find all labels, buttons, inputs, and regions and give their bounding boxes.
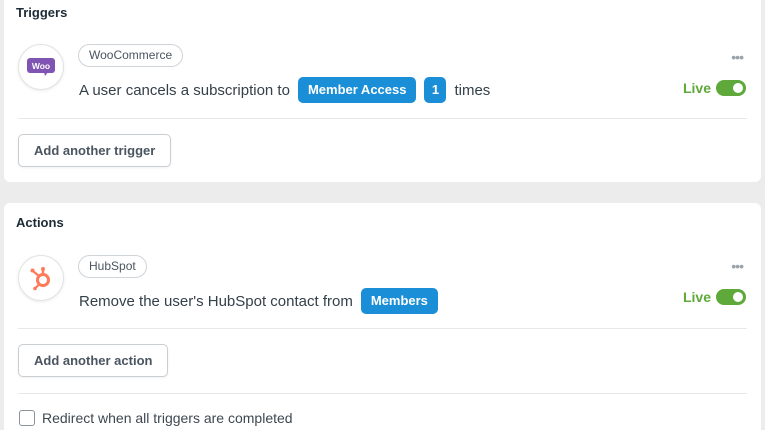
actions-title: Actions — [16, 215, 64, 230]
add-trigger-button[interactable]: Add another trigger — [18, 134, 172, 167]
redirect-option[interactable]: Redirect when all triggers are completed — [19, 410, 293, 426]
action-divider — [18, 328, 747, 329]
triggers-panel: Triggers Woo WooCommerce A user cancels … — [4, 0, 761, 182]
trigger-count-token[interactable]: 1 — [424, 77, 447, 103]
triggers-title: Triggers — [16, 5, 68, 20]
action-sentence: Remove the user's HubSpot contact from M… — [79, 288, 438, 314]
trigger-sentence-suffix: times — [454, 81, 491, 99]
action-status: Live — [683, 289, 746, 305]
more-horizontal-icon[interactable]: ••• — [731, 50, 744, 64]
trigger-status: Live — [683, 80, 746, 96]
redirect-label: Redirect when all triggers are completed — [42, 410, 293, 426]
more-horizontal-icon[interactable]: ••• — [731, 259, 744, 273]
add-action-button[interactable]: Add another action — [18, 344, 169, 377]
action-list-token[interactable]: Members — [360, 288, 438, 314]
trigger-sentence: A user cancels a subscription to Member … — [79, 77, 490, 103]
hubspot-logo-icon — [18, 255, 64, 301]
woocommerce-logo-icon: Woo — [18, 44, 64, 90]
woocommerce-logo-text: Woo — [32, 61, 50, 71]
actions-panel: Actions HubSpot Remove the user's HubSpo… — [4, 203, 761, 430]
action-live-label: Live — [682, 289, 711, 305]
trigger-integration-pill: WooCommerce — [78, 44, 184, 67]
trigger-live-toggle[interactable] — [716, 80, 746, 96]
redirect-divider — [18, 393, 747, 394]
toggle-knob — [733, 83, 743, 93]
action-integration-pill: HubSpot — [78, 255, 147, 278]
trigger-live-label: Live — [682, 80, 711, 96]
action-sentence-text: Remove the user's HubSpot contact from — [79, 292, 353, 310]
trigger-divider — [18, 118, 747, 119]
action-live-toggle[interactable] — [716, 289, 746, 305]
redirect-checkbox[interactable] — [19, 410, 35, 426]
toggle-knob — [733, 292, 743, 302]
trigger-sentence-text: A user cancels a subscription to — [79, 81, 290, 99]
trigger-product-token[interactable]: Member Access — [297, 77, 417, 103]
